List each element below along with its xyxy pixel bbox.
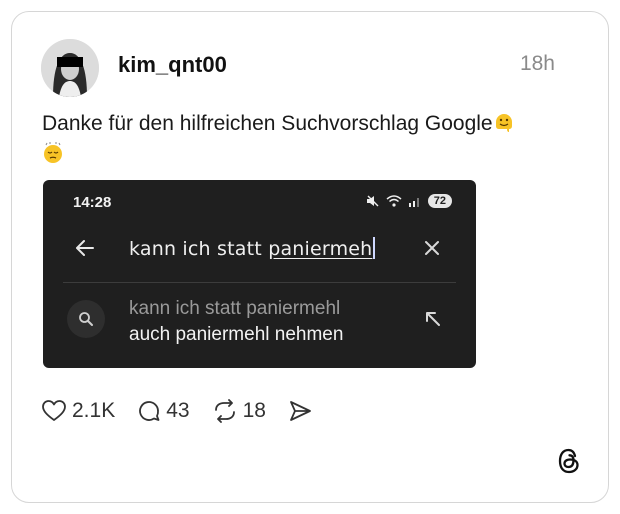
melting-face-emoji-icon (493, 111, 515, 133)
wifi-icon (386, 195, 402, 207)
like-button[interactable]: 2.1K (41, 399, 115, 423)
post-text: Danke für den hilfreichen Suchvorschlag … (42, 108, 562, 170)
threads-logo-icon[interactable] (556, 447, 582, 475)
text-cursor (373, 237, 376, 259)
mute-icon (366, 195, 379, 207)
post-timestamp: 18h (519, 52, 555, 75)
post-card: kim_qnt00 18h Danke für den hilfreichen … (11, 11, 609, 503)
search-query-prefix: kann ich statt (129, 238, 269, 260)
attached-screenshot[interactable]: 14:28 72 kann ich statt paniermeh kann i… (43, 180, 476, 368)
status-icons: 72 (366, 194, 452, 208)
suggestion-line-1: kann ich statt paniermehl (129, 298, 341, 319)
comment-icon (139, 401, 160, 421)
like-count: 2.1K (72, 399, 116, 422)
status-time: 14:28 (73, 194, 112, 211)
suggestion-search-icon (67, 300, 105, 338)
send-icon (290, 401, 311, 421)
clear-icon[interactable] (422, 238, 442, 258)
post-actions: 2.1K 43 18 (41, 399, 339, 423)
divider (63, 282, 456, 283)
fill-query-arrow-icon[interactable] (424, 310, 442, 328)
repost-count: 18 (242, 399, 266, 422)
repost-icon (214, 399, 235, 423)
avatar[interactable] (41, 39, 99, 97)
repost-button[interactable]: 18 (212, 399, 266, 423)
suggestion-line-2: auch paniermehl nehmen (129, 324, 344, 345)
post-text-body: Danke für den hilfreichen Suchvorschlag … (42, 112, 493, 135)
battery-indicator: 72 (427, 194, 452, 208)
search-query-underlined: paniermeh (268, 238, 373, 260)
search-input[interactable]: kann ich statt paniermeh (129, 237, 376, 260)
heart-icon (42, 400, 66, 421)
reply-button[interactable]: 43 (137, 399, 190, 423)
share-button[interactable] (288, 399, 317, 423)
username[interactable]: kim_qnt00 (118, 52, 227, 78)
search-suggestion[interactable]: kann ich statt paniermehl auch paniermeh… (129, 296, 343, 348)
reply-count: 43 (166, 399, 190, 422)
signal-icon (408, 198, 419, 207)
pensive-face-emoji-icon (42, 142, 64, 164)
back-arrow-icon[interactable] (73, 236, 97, 260)
